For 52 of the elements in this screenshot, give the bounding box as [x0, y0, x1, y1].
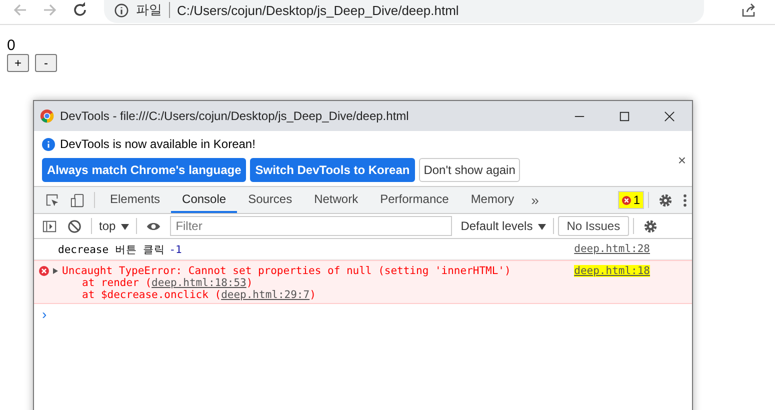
expand-arrow-icon[interactable] — [53, 268, 58, 274]
counter-button[interactable]: - — [35, 54, 57, 72]
counter-button[interactable]: + — [7, 54, 29, 72]
close-icon[interactable] — [664, 110, 675, 122]
maximize-icon[interactable] — [619, 110, 630, 122]
sidebar-toggle-icon[interactable] — [42, 218, 57, 234]
counter-value: 0 — [7, 37, 16, 54]
more-options-icon[interactable] — [683, 192, 687, 208]
site-label: 파일 — [136, 2, 162, 19]
settings-icon[interactable] — [658, 192, 673, 208]
issues-button[interactable]: No Issues — [558, 216, 630, 236]
error-message: Uncaught TypeError: Cannot set properties of null (setting 'innerHTML') — [62, 265, 511, 277]
error-icon — [39, 266, 49, 276]
infobar-button[interactable]: Always match Chrome's language — [42, 158, 246, 182]
prompt-caret[interactable]: › — [42, 306, 47, 322]
clear-icon[interactable] — [67, 218, 82, 234]
stack-link[interactable]: deep.html:29:7 — [221, 289, 310, 301]
devtools-tab[interactable]: Console — [171, 187, 238, 213]
url-text: C:/Users/cojun/Desktop/js_Deep_Dive/deep.html — [177, 2, 459, 18]
source-link[interactable]: deep.html:18 — [574, 265, 650, 277]
info-icon[interactable] — [114, 2, 129, 18]
error-count-badge[interactable]: 1 — [618, 191, 644, 209]
stack-prefix: at render ( — [82, 277, 152, 289]
window-title: DevTools - file:///C:/Users/cojun/Desktop/js_Deep_Dive/deep.html — [60, 109, 410, 123]
devtools-tab[interactable]: Elements — [99, 187, 172, 213]
context-dropdown[interactable]: top — [96, 219, 132, 233]
log-text: decrease 버튼 클릭 — [58, 243, 166, 257]
address-bar[interactable]: 파일 C:/Users/cojun/Desktop/js_Deep_Dive/deep.html — [104, 0, 704, 23]
infobar-message: DevTools is now available in Korean! — [60, 137, 256, 151]
source-link[interactable]: deep.html:28 — [574, 243, 650, 255]
info-icon — [42, 138, 55, 150]
filter-field[interactable]: Filter — [170, 216, 452, 236]
settings-icon[interactable] — [643, 218, 658, 234]
stack-suffix: ) — [310, 289, 316, 301]
reload-icon[interactable] — [72, 2, 88, 18]
stack-suffix: ) — [246, 277, 253, 289]
devtools-tab[interactable]: Performance — [369, 187, 460, 213]
levels-dropdown[interactable]: Default levels — [458, 219, 549, 233]
infobar-button[interactable]: Switch DevTools to Korean — [250, 158, 415, 182]
stack-link[interactable]: deep.html:18:53 — [152, 277, 246, 289]
devtools-tab[interactable]: Network — [303, 187, 370, 213]
devtools-tab[interactable]: Sources — [237, 187, 304, 213]
inspect-icon[interactable] — [45, 192, 60, 208]
device-icon[interactable] — [70, 192, 85, 208]
devtools-tab[interactable]: Memory — [460, 187, 526, 213]
log-value: -1 — [169, 244, 182, 256]
infobar-close-button[interactable]: × — [678, 152, 686, 168]
chrome-logo-icon — [40, 109, 54, 123]
more-tabs-button[interactable]: » — [525, 191, 545, 209]
share-icon[interactable] — [741, 2, 757, 18]
infobar-button[interactable]: Don't show again — [418, 158, 520, 182]
stack-prefix: at $decrease.onclick ( — [82, 289, 222, 301]
